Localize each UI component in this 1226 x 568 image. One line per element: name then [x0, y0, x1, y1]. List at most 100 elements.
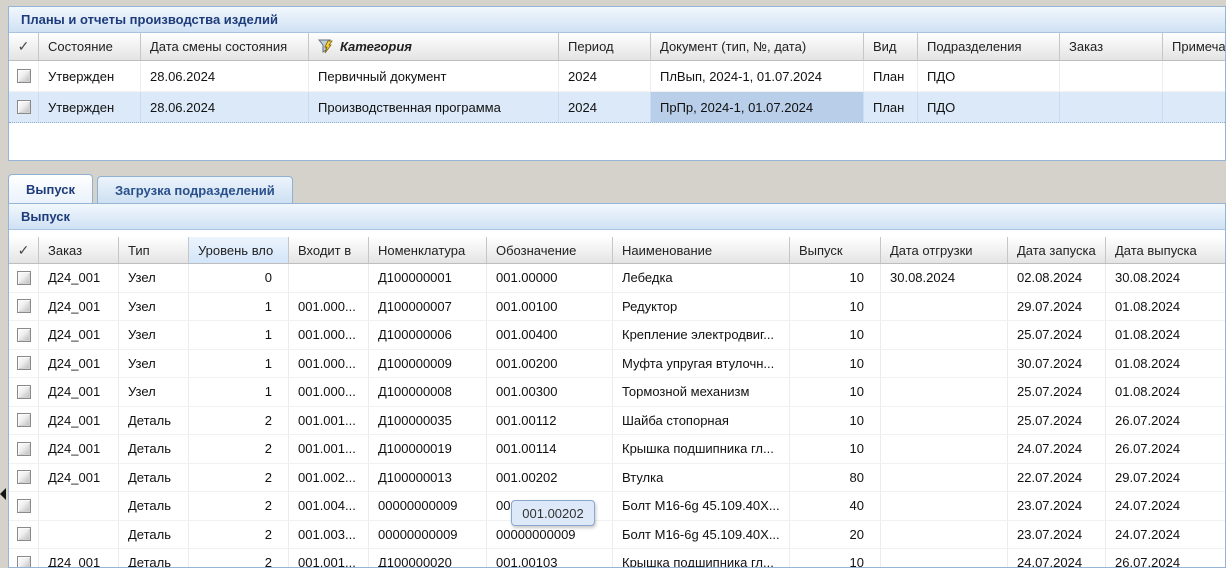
- cell-start-date[interactable]: 23.07.2024: [1008, 521, 1106, 549]
- table-row[interactable]: Д24_001Узел1001.000...Д100000008001.0030…: [9, 378, 1225, 407]
- cell-order[interactable]: Д24_001: [39, 350, 119, 378]
- row-checkbox[interactable]: [9, 321, 39, 349]
- cell-release-date[interactable]: 24.07.2024: [1106, 521, 1226, 549]
- cell-release-date[interactable]: 01.08.2024: [1106, 321, 1226, 349]
- cell-nomenclature[interactable]: Д100000019: [369, 435, 487, 463]
- cell-type[interactable]: Деталь: [119, 492, 189, 520]
- checkbox-icon[interactable]: [17, 442, 31, 456]
- table-row[interactable]: Утвержден28.06.2024Производственная прог…: [9, 92, 1225, 123]
- table-row[interactable]: Утвержден28.06.2024Первичный документ202…: [9, 61, 1225, 92]
- cell-ship-date[interactable]: [881, 407, 1008, 435]
- cell-note[interactable]: [1163, 61, 1226, 91]
- checkbox-icon[interactable]: [17, 470, 31, 484]
- cell-release-date[interactable]: 01.08.2024: [1106, 350, 1226, 378]
- cell-release-date[interactable]: 01.08.2024: [1106, 378, 1226, 406]
- table-row[interactable]: Д24_001Узел1001.000...Д100000007001.0010…: [9, 293, 1225, 322]
- cell-nomenclature[interactable]: Д100000020: [369, 549, 487, 568]
- row-checkbox[interactable]: [9, 293, 39, 321]
- column-header-period[interactable]: Период: [559, 33, 651, 61]
- cell-parent[interactable]: 001.001...: [289, 549, 369, 568]
- table-row[interactable]: Деталь2001.004...0000000000900000000009Б…: [9, 492, 1225, 521]
- cell-nomenclature[interactable]: Д100000009: [369, 350, 487, 378]
- cell-order[interactable]: Д24_001: [39, 264, 119, 292]
- cell-output-qty[interactable]: 10: [790, 407, 881, 435]
- cell-nomenclature[interactable]: Д100000035: [369, 407, 487, 435]
- cell-ship-date[interactable]: [881, 378, 1008, 406]
- checkbox-icon[interactable]: [17, 527, 31, 541]
- cell-order[interactable]: [39, 492, 119, 520]
- cell-parent[interactable]: [289, 264, 369, 292]
- cell-order[interactable]: [1060, 61, 1163, 91]
- cell-document[interactable]: ПрПр, 2024-1, 01.07.2024: [651, 92, 864, 122]
- cell-nomenclature[interactable]: 00000000009: [369, 521, 487, 549]
- cell-nesting-level[interactable]: 2: [189, 549, 289, 568]
- cell-start-date[interactable]: 22.07.2024: [1008, 464, 1106, 492]
- cell-order[interactable]: [39, 521, 119, 549]
- column-header-order[interactable]: Заказ: [39, 237, 119, 264]
- cell-start-date[interactable]: 24.07.2024: [1008, 435, 1106, 463]
- table-row[interactable]: Д24_001Узел0Д100000001001.00000Лебедка10…: [9, 264, 1225, 293]
- column-header-start-date[interactable]: Дата запуска: [1008, 237, 1106, 264]
- cell-order[interactable]: Д24_001: [39, 549, 119, 568]
- column-header-item-name[interactable]: Наименование: [613, 237, 790, 264]
- cell-type[interactable]: Узел: [119, 350, 189, 378]
- cell-output-qty[interactable]: 10: [790, 293, 881, 321]
- cell-designation[interactable]: 001.00400: [487, 321, 613, 349]
- checkbox-icon[interactable]: [17, 100, 31, 114]
- checkbox-icon[interactable]: [17, 499, 31, 513]
- cell-release-date[interactable]: 30.08.2024: [1106, 264, 1226, 292]
- cell-order[interactable]: Д24_001: [39, 407, 119, 435]
- select-all-header[interactable]: ✓: [9, 237, 39, 264]
- row-checkbox[interactable]: [9, 435, 39, 463]
- cell-kind[interactable]: План: [864, 61, 918, 91]
- column-header-ship-date[interactable]: Дата отгрузки: [881, 237, 1008, 264]
- cell-item-name[interactable]: Тормозной механизм: [613, 378, 790, 406]
- checkbox-icon[interactable]: [17, 356, 31, 370]
- cell-ship-date[interactable]: [881, 321, 1008, 349]
- cell-ship-date[interactable]: [881, 464, 1008, 492]
- cell-division[interactable]: ПДО: [918, 92, 1060, 122]
- table-row[interactable]: Д24_001Узел1001.000...Д100000009001.0020…: [9, 350, 1225, 379]
- column-header-kind[interactable]: Вид: [864, 33, 918, 61]
- cell-release-date[interactable]: 24.07.2024: [1106, 492, 1226, 520]
- column-header-nomenclature[interactable]: Номенклатура: [369, 237, 487, 264]
- cell-item-name[interactable]: Болт М16-6g 45.109.40Х...: [613, 492, 790, 520]
- checkbox-icon[interactable]: [17, 271, 31, 285]
- checkbox-icon[interactable]: [17, 299, 31, 313]
- tab-zagruzka-podrazdeleniy[interactable]: Загрузка подразделений: [97, 176, 293, 203]
- cell-nesting-level[interactable]: 2: [189, 521, 289, 549]
- cell-item-name[interactable]: Крышка подшипника гл...: [613, 549, 790, 568]
- column-header-parent[interactable]: Входит в: [289, 237, 369, 264]
- cell-nomenclature[interactable]: 00000000009: [369, 492, 487, 520]
- column-header-output-qty[interactable]: Выпуск: [790, 237, 881, 264]
- cell-item-name[interactable]: Шайба стопорная: [613, 407, 790, 435]
- cell-order[interactable]: Д24_001: [39, 464, 119, 492]
- cell-parent[interactable]: 001.004...: [289, 492, 369, 520]
- cell-start-date[interactable]: 25.07.2024: [1008, 407, 1106, 435]
- column-header-status-date[interactable]: Дата смены состояния: [141, 33, 309, 61]
- cell-output-qty[interactable]: 40: [790, 492, 881, 520]
- row-checkbox[interactable]: [9, 464, 39, 492]
- cell-type[interactable]: Деталь: [119, 464, 189, 492]
- row-checkbox[interactable]: [9, 492, 39, 520]
- cell-type[interactable]: Узел: [119, 378, 189, 406]
- cell-release-date[interactable]: 26.07.2024: [1106, 549, 1226, 568]
- column-header-note[interactable]: Примеча: [1163, 33, 1226, 61]
- checkbox-icon[interactable]: [17, 556, 31, 568]
- cell-nomenclature[interactable]: Д100000008: [369, 378, 487, 406]
- table-row[interactable]: Д24_001Деталь2001.002...Д100000013001.00…: [9, 464, 1225, 493]
- row-checkbox[interactable]: [9, 61, 39, 91]
- row-checkbox[interactable]: [9, 350, 39, 378]
- cell-type[interactable]: Узел: [119, 321, 189, 349]
- cell-designation[interactable]: 001.00103: [487, 549, 613, 568]
- cell-nesting-level[interactable]: 1: [189, 350, 289, 378]
- tab-vypusk[interactable]: Выпуск: [8, 174, 93, 203]
- cell-parent[interactable]: 001.003...: [289, 521, 369, 549]
- cell-release-date[interactable]: 26.07.2024: [1106, 407, 1226, 435]
- cell-release-date[interactable]: 29.07.2024: [1106, 464, 1226, 492]
- cell-nesting-level[interactable]: 2: [189, 464, 289, 492]
- cell-output-qty[interactable]: 20: [790, 521, 881, 549]
- cell-start-date[interactable]: 24.07.2024: [1008, 549, 1106, 568]
- cell-order[interactable]: [1060, 92, 1163, 122]
- cell-designation[interactable]: 001.00114: [487, 435, 613, 463]
